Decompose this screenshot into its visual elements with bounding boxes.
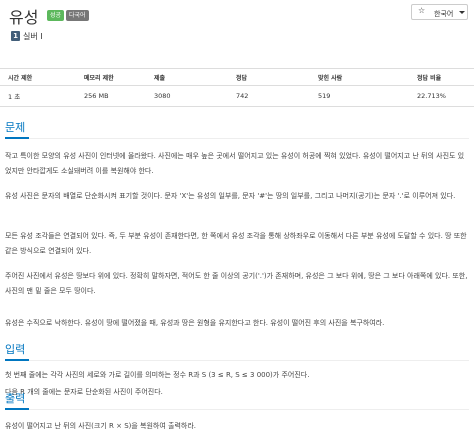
- problem-info-table: 시간 제한 메모리 제한 제출 정답 맞힌 사람 정답 비율 1 초 256 M…: [0, 68, 474, 107]
- accepted-value: 742: [228, 85, 310, 107]
- problem-section-title: 문제: [5, 121, 26, 134]
- section-divider: [5, 138, 469, 139]
- input-paragraph-2: 다음 R 개의 줄에는 문자로 단순화된 사진이 주어진다.: [5, 388, 163, 396]
- problem-paragraph-4: 주어진 사진에서 유성은 땅보다 위에 있다. 정확히 말하자면, 적어도 한 …: [5, 272, 468, 295]
- problem-paragraph-2: 유성 사진은 문자의 배열로 단순화시켜 표기할 것이다. 문자 'X'는 유성…: [5, 192, 456, 200]
- memory-limit-value: 256 MB: [60, 85, 146, 107]
- table-header-row: 시간 제한 메모리 제한 제출 정답 맞힌 사람 정답 비율: [0, 68, 474, 86]
- tier-label: 실버 I: [23, 32, 43, 41]
- input-section-title: 입력: [5, 343, 26, 356]
- memory-limit-header: 메모리 제한: [60, 68, 146, 86]
- section-divider: [5, 360, 469, 361]
- star-icon[interactable]: ☆: [418, 6, 425, 15]
- section-divider: [5, 409, 469, 410]
- output-section-title: 출력: [5, 392, 26, 405]
- tier-icon: 1: [11, 31, 20, 41]
- success-badge: 성공: [47, 10, 65, 21]
- language-label: 한국어: [434, 10, 454, 18]
- ratio-value: 22.713%: [392, 85, 474, 107]
- section-underline: [5, 408, 29, 410]
- ratio-header: 정답 비율: [392, 68, 474, 86]
- problem-header: 유성 성공 다국어 ☆ 한국어: [0, 0, 474, 50]
- time-limit-header: 시간 제한: [0, 68, 60, 86]
- table-row: 1 초 256 MB 3080 742 519 22.713%: [0, 85, 474, 107]
- caret-down-icon: [459, 11, 465, 14]
- section-underline: [5, 359, 29, 361]
- input-paragraph-1: 첫 번째 줄에는 각각 사진의 세로와 가로 길이를 의미하는 정수 R과 S …: [5, 371, 310, 379]
- solvers-header: 맞힌 사람: [310, 68, 392, 86]
- accepted-header: 정답: [228, 68, 310, 86]
- solvers-value: 519: [310, 85, 392, 107]
- problem-title: 유성: [9, 8, 39, 27]
- submissions-value: 3080: [146, 85, 228, 107]
- submissions-header: 제출: [146, 68, 228, 86]
- problem-paragraph-1: 작고 특이한 모양의 유성 사진이 인터넷에 올라왔다. 사진에는 매우 높은 …: [5, 152, 465, 175]
- problem-paragraph-3: 모든 유성 조각들은 연결되어 있다. 즉, 두 부분 유성이 존재한다면, 한…: [5, 232, 467, 255]
- multilang-badge: 다국어: [66, 10, 89, 21]
- output-paragraph-1: 유성이 떨어지고 난 뒤의 사진(크기 R × S)을 복원하여 출력하라.: [5, 422, 197, 430]
- problem-paragraph-5: 유성은 수직으로 낙하한다. 유성이 땅에 떨어졌을 때, 유성과 땅은 원형을…: [5, 319, 385, 327]
- section-underline: [5, 137, 29, 139]
- time-limit-value: 1 초: [0, 85, 60, 107]
